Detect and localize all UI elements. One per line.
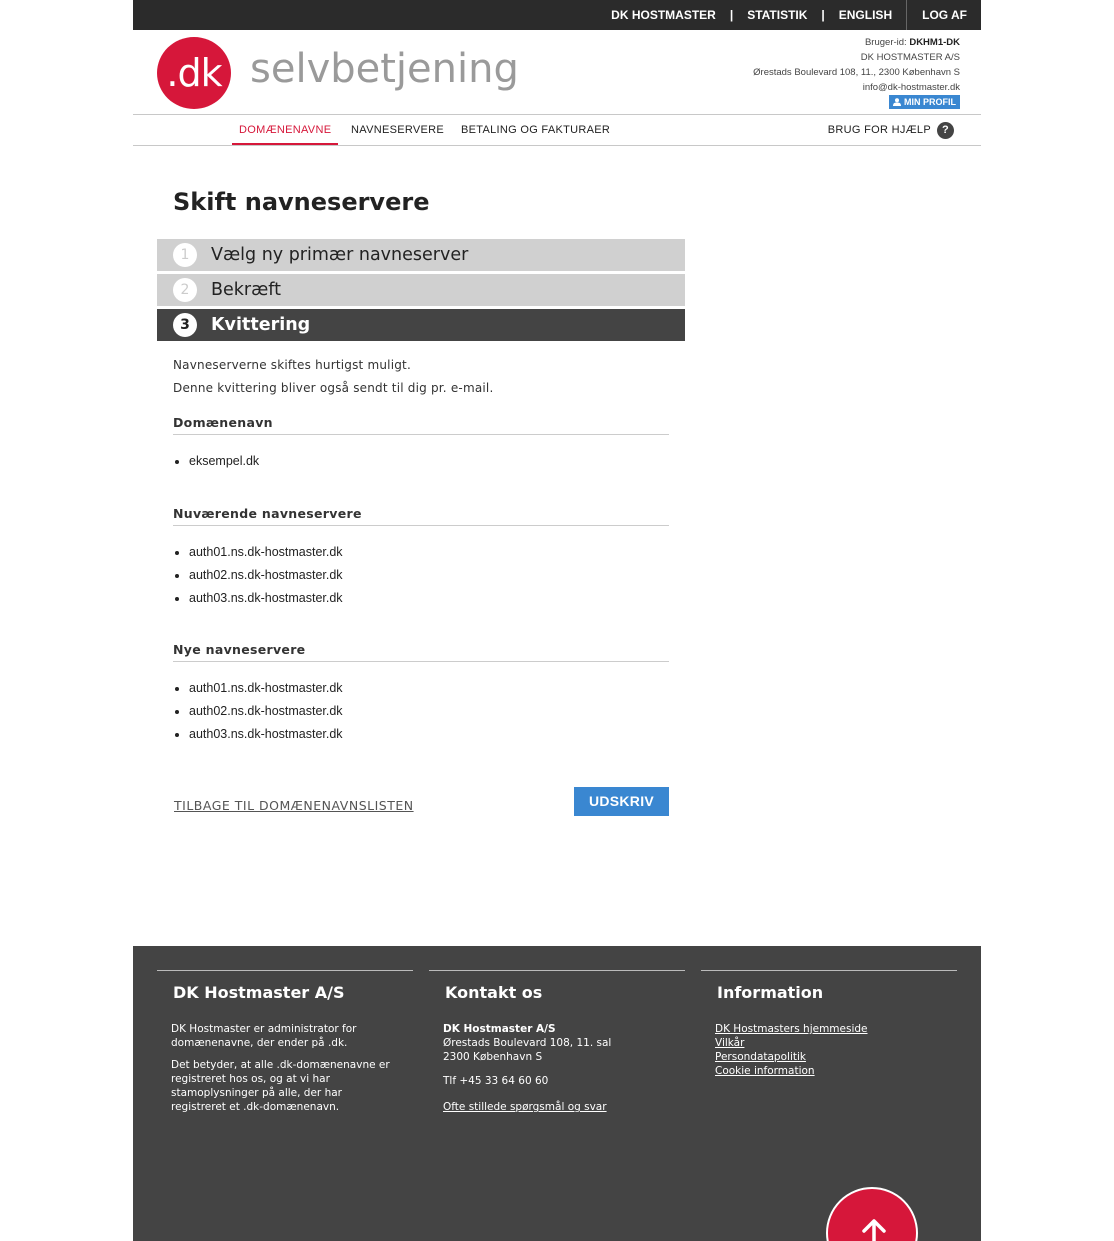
receipt-message: Navneserverne skiftes hurtigst muligt.: [173, 358, 411, 372]
user-address: Ørestads Boulevard 108, 11., 2300 Københ…: [753, 67, 960, 78]
arrow-up-icon: [862, 1219, 886, 1241]
topbar-link-english[interactable]: ENGLISH: [825, 8, 906, 22]
user-id-line: Bruger-id: DKHM1-DK: [753, 35, 960, 50]
footer-phone: Tlf +45 33 64 60 60: [443, 1075, 549, 1087]
print-button[interactable]: UDSKRIV: [574, 787, 669, 816]
footer-links: DK Hostmasters hjemmeside Vilkår Persond…: [715, 1022, 957, 1078]
nav-item-betaling[interactable]: BETALING OG FAKTURAER: [461, 115, 610, 143]
step-label: Kvittering: [211, 315, 311, 335]
top-bar: DK HOSTMASTER | STATISTIK | ENGLISH LOG …: [133, 0, 981, 30]
new-servers-section: Nye navneservere auth01.ns.dk-hostmaster…: [173, 642, 669, 746]
footer-title: Information: [717, 983, 824, 1002]
dk-logo[interactable]: .dk: [157, 37, 231, 109]
nav-item-domaenenavne[interactable]: DOMÆNENAVNE: [232, 115, 339, 145]
step-label: Vælg ny primær navneserver: [211, 245, 469, 265]
footer: DK Hostmaster A/S DK Hostmaster er admin…: [133, 946, 981, 1241]
list-item: auth03.ns.dk-hostmaster.dk: [189, 723, 669, 746]
question-icon: ?: [937, 122, 954, 139]
footer-city: 2300 København S: [443, 1051, 543, 1063]
section-title: Domænenavn: [173, 415, 669, 435]
footer-contact: DK Hostmaster A/S Ørestads Boulevard 108…: [443, 1022, 685, 1114]
section-title: Nye navneservere: [173, 642, 669, 662]
step-number: 3: [173, 313, 197, 337]
receipt: Navneserverne skiftes hurtigst muligt. D…: [173, 354, 669, 741]
footer-link-privacy[interactable]: Persondatapolitik: [715, 1050, 957, 1064]
user-info: Bruger-id: DKHM1-DK DK HOSTMASTER A/S Ør…: [753, 35, 960, 110]
domain-section: Domænenavn eksempel.dk: [173, 415, 669, 473]
my-profile-label: MIN PROFIL: [904, 97, 956, 107]
page-title: Skift navneservere: [173, 188, 430, 216]
footer-title: DK Hostmaster A/S: [173, 983, 345, 1002]
footer-paragraph: Det betyder, at alle .dk-domænenavne er …: [171, 1059, 390, 1113]
footer-text: DK Hostmaster er administrator for domæn…: [171, 1022, 391, 1114]
user-id: DKHM1-DK: [909, 37, 960, 48]
footer-link-homepage[interactable]: DK Hostmasters hjemmeside: [715, 1022, 957, 1036]
my-profile-button[interactable]: MIN PROFIL: [889, 95, 960, 109]
help-link[interactable]: BRUG FOR HJÆLP?: [828, 115, 954, 145]
logo-text[interactable]: selvbetjening: [250, 46, 519, 92]
footer-link-terms[interactable]: Vilkår: [715, 1036, 957, 1050]
step-number: 2: [173, 278, 197, 302]
list-item: eksempel.dk: [189, 450, 669, 473]
step-2: 2 Bekræft: [157, 274, 685, 306]
header: .dk selvbetjening Bruger-id: DKHM1-DK DK…: [133, 30, 981, 115]
logout-link[interactable]: LOG AF: [906, 0, 981, 30]
current-servers-list: auth01.ns.dk-hostmaster.dk auth02.ns.dk-…: [173, 541, 669, 610]
back-to-domain-list-link[interactable]: TILBAGE TIL DOMÆNENAVNSLISTEN: [174, 798, 414, 813]
footer-col-contact: Kontakt os DK Hostmaster A/S Ørestads Bo…: [429, 970, 685, 1114]
topbar-link-statistik[interactable]: STATISTIK: [733, 8, 821, 22]
footer-street: Ørestads Boulevard 108, 11. sal: [443, 1037, 612, 1049]
page: DK HOSTMASTER | STATISTIK | ENGLISH LOG …: [133, 0, 981, 1241]
footer-title: Kontakt os: [445, 983, 543, 1002]
footer-col-company: DK Hostmaster A/S DK Hostmaster er admin…: [157, 970, 413, 1122]
faq-link[interactable]: Ofte stillede spørgsmål og svar: [443, 1100, 685, 1114]
list-item: auth01.ns.dk-hostmaster.dk: [189, 677, 669, 700]
list-item: auth03.ns.dk-hostmaster.dk: [189, 587, 669, 610]
list-item: auth02.ns.dk-hostmaster.dk: [189, 564, 669, 587]
nav-item-navneservere[interactable]: NAVNESERVERE: [351, 115, 444, 143]
list-item: auth02.ns.dk-hostmaster.dk: [189, 700, 669, 723]
user-company: DK HOSTMASTER A/S: [860, 52, 960, 63]
footer-col-information: Information DK Hostmasters hjemmeside Vi…: [701, 970, 957, 1078]
help-label: BRUG FOR HJÆLP: [827, 124, 931, 136]
section-title: Nuværende navneservere: [173, 506, 669, 526]
footer-company: DK Hostmaster A/S: [443, 1023, 556, 1035]
step-number: 1: [173, 243, 197, 267]
step-3: 3 Kvittering: [157, 309, 685, 341]
new-servers-list: auth01.ns.dk-hostmaster.dk auth02.ns.dk-…: [173, 677, 669, 746]
receipt-message: Denne kvittering bliver også sendt til d…: [173, 381, 494, 395]
footer-link-cookie[interactable]: Cookie information: [715, 1064, 957, 1078]
footer-paragraph: DK Hostmaster er administrator for domæn…: [171, 1023, 357, 1049]
current-servers-section: Nuværende navneservere auth01.ns.dk-host…: [173, 506, 669, 610]
main-nav: DOMÆNENAVNE NAVNESERVERE BETALING OG FAK…: [133, 115, 981, 146]
topbar-link-dk-hostmaster[interactable]: DK HOSTMASTER: [597, 8, 730, 22]
user-icon: [893, 98, 901, 106]
user-id-label: Bruger-id:: [864, 37, 907, 48]
scroll-to-top-button[interactable]: [826, 1187, 918, 1241]
step-label: Bekræft: [211, 280, 281, 300]
user-email: info@dk-hostmaster.dk: [862, 82, 960, 93]
list-item: auth01.ns.dk-hostmaster.dk: [189, 541, 669, 564]
domain-list: eksempel.dk: [173, 450, 669, 473]
step-1: 1 Vælg ny primær navneserver: [157, 239, 685, 271]
